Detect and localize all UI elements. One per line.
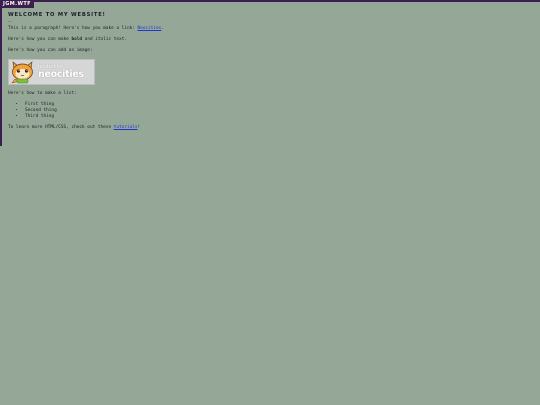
paragraph-link-end: . [161, 26, 164, 31]
formatting-text-start: Here's how you can make [8, 37, 72, 42]
site-tag[interactable]: JGM.WTF [0, 0, 34, 8]
neocities-link[interactable]: Neocities [138, 26, 162, 31]
hosted-by-neocities-badge: hosted by neocities [8, 59, 95, 85]
top-border [0, 0, 540, 2]
paragraph-image: Here's how you can add an image: [8, 48, 93, 53]
tutorials-link[interactable]: tutorials [114, 125, 138, 130]
formatting-text-end: text. [111, 37, 127, 42]
list-item: Third thing [25, 114, 210, 120]
paragraph-tutorials: To learn more HTML/CSS, check out these … [8, 125, 210, 131]
page-title: Welcome to my Website! [8, 12, 106, 18]
example-list: First thing Second thing Third thing [8, 102, 210, 120]
paragraph-formatting: Here's how you can make bold and italic … [8, 37, 210, 43]
paragraph-link-text: This is a paragraph! Here's how you make… [8, 26, 138, 31]
badge-text: hosted by neocities [38, 64, 84, 80]
paragraph-link: This is a paragraph! Here's how you make… [8, 26, 210, 32]
neocities-cat-icon [11, 61, 33, 84]
badge-neocities: neocities [38, 69, 84, 80]
tutorials-text-end: ! [137, 125, 141, 130]
formatting-text-middle: and [82, 37, 96, 42]
title-decoration: ~~ [8, 19, 12, 23]
bold-text: bold [71, 37, 83, 42]
main-content: Welcome to my Website! ~~ This is a para… [0, 8, 210, 146]
paragraph-list: Here's how to make a list: [8, 91, 77, 96]
italic-text: italic [95, 37, 112, 42]
tutorials-text: To learn more HTML/CSS, check out these [8, 125, 114, 130]
